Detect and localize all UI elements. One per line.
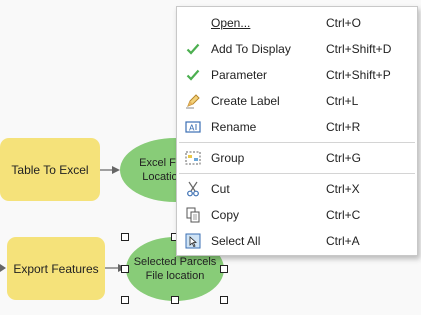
menu-item-label: Open... [211, 16, 251, 30]
menu-item-shortcut: Ctrl+G [326, 151, 362, 165]
menu-item-shortcut: Ctrl+L [326, 94, 359, 108]
node-label: Selected Parcels File location [133, 256, 217, 282]
resize-handle-bottom[interactable] [171, 296, 179, 304]
resize-handle-top-left[interactable] [121, 233, 129, 241]
menu-item-rename[interactable]: A Rename Ctrl+R [177, 114, 417, 140]
menu-item-label: Create Label [211, 94, 280, 108]
arrow-head-icon [0, 264, 6, 272]
menu-item-copy[interactable]: Copy Ctrl+C [177, 202, 417, 228]
select-all-icon [185, 233, 201, 249]
menu-item-label: Select All [211, 234, 261, 248]
export-features-node[interactable]: Export Features [7, 237, 105, 300]
menu-item-shortcut: Ctrl+C [326, 208, 361, 222]
rename-icon: A [185, 119, 201, 135]
menu-separator [179, 173, 415, 174]
menu-item-cut[interactable]: Cut Ctrl+X [177, 176, 417, 202]
resize-handle-bottom-right[interactable] [220, 296, 228, 304]
table-to-excel-node[interactable]: Table To Excel [0, 138, 100, 201]
menu-item-shortcut: Ctrl+A [326, 234, 360, 248]
menu-item-shortcut: Ctrl+Shift+D [326, 42, 392, 56]
group-icon [185, 150, 201, 166]
menu-item-shortcut: Ctrl+R [326, 120, 361, 134]
scissors-icon [185, 181, 201, 197]
menu-item-label: Parameter [211, 68, 268, 82]
menu-item-parameter[interactable]: Parameter Ctrl+Shift+P [177, 62, 417, 88]
svg-text:A: A [189, 124, 195, 133]
checkmark-icon [185, 41, 201, 57]
menu-item-label: Add To Display [211, 42, 291, 56]
menu-item-shortcut: Ctrl+Shift+P [326, 68, 391, 82]
menu-item-create-label[interactable]: Create Label Ctrl+L [177, 88, 417, 114]
menu-item-shortcut: Ctrl+O [326, 16, 362, 30]
menu-item-label: Cut [211, 182, 230, 196]
context-menu: Open... Ctrl+O Add To Display Ctrl+Shift… [176, 6, 418, 256]
node-label: Export Features [13, 261, 99, 276]
copy-icon [185, 207, 201, 223]
resize-handle-bottom-left[interactable] [121, 296, 129, 304]
node-label: Table To Excel [11, 162, 89, 177]
resize-handle-right[interactable] [220, 265, 228, 273]
menu-item-select-all[interactable]: Select All Ctrl+A [177, 228, 417, 254]
menu-item-add-to-display[interactable]: Add To Display Ctrl+Shift+D [177, 36, 417, 62]
menu-item-open[interactable]: Open... Ctrl+O [177, 10, 417, 36]
model-builder-canvas[interactable]: Table To Excel Excel File Location Expor… [0, 0, 421, 315]
arrow-head-icon [112, 166, 120, 174]
label-pencil-icon [185, 93, 201, 109]
menu-item-label: Group [211, 151, 245, 165]
resize-handle-left[interactable] [121, 265, 129, 273]
menu-item-shortcut: Ctrl+X [326, 182, 360, 196]
checkmark-icon [185, 67, 201, 83]
menu-item-label: Copy [211, 208, 240, 222]
menu-item-label: Rename [211, 120, 257, 134]
menu-item-group[interactable]: Group Ctrl+G [177, 145, 417, 171]
menu-separator [179, 142, 415, 143]
